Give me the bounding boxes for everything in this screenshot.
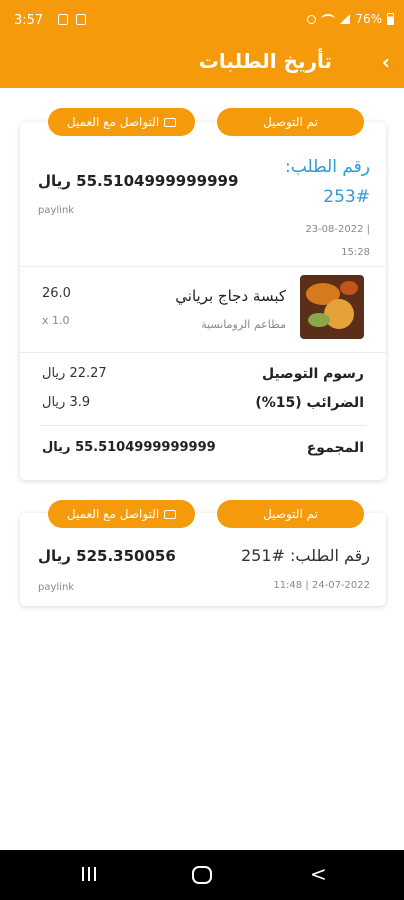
- food-image: [300, 275, 364, 339]
- item-price: 26.0: [42, 286, 71, 301]
- gallery-icon: [58, 14, 68, 25]
- contact-customer-button[interactable]: التواصل مع العميل: [48, 108, 195, 136]
- order-datetime: 11:48 | 24-07-2022: [273, 580, 370, 591]
- order-number: 253#: [323, 187, 370, 207]
- tax-amount: 3.9 ريال: [42, 395, 91, 410]
- order-number-label: رقم الطلب: #251: [241, 546, 370, 565]
- divider: [20, 352, 386, 353]
- home-icon[interactable]: [192, 866, 212, 884]
- notification-icon: [76, 14, 86, 25]
- signal-icon: [340, 14, 351, 24]
- status-right: 76%: [307, 12, 394, 26]
- recent-apps-icon[interactable]: [82, 867, 96, 881]
- payment-method: paylink: [38, 205, 75, 216]
- battery-icon: [387, 13, 394, 25]
- total-label: المجموع: [306, 440, 364, 456]
- total-amount: 55.5104999999999 ريال: [42, 440, 216, 455]
- system-back-icon[interactable]: <: [310, 862, 327, 886]
- contact-customer-label: التواصل مع العميل: [66, 115, 160, 129]
- contact-customer-button[interactable]: التواصل مع العميل: [48, 500, 195, 528]
- status-time: 3:57: [14, 13, 44, 28]
- item-name: كبسة دجاج برياني: [175, 287, 286, 305]
- order-time: 15:28: [341, 247, 370, 258]
- order-number-label: رقم الطلب:: [285, 157, 370, 177]
- restaurant-name: مطاعم الرومانسية: [201, 318, 286, 331]
- delivered-button[interactable]: تم التوصيل: [217, 500, 364, 528]
- delivered-label: تم التوصيل: [263, 507, 318, 521]
- item-quantity: x 1.0: [42, 314, 70, 327]
- delivery-fee: 22.27 ريال: [42, 366, 107, 381]
- order-amount: 525.350056 ريال: [38, 547, 176, 565]
- navigation-bar: <: [0, 850, 404, 900]
- back-icon[interactable]: ‹: [382, 50, 390, 74]
- alarm-icon: [307, 14, 317, 24]
- battery-percent: 76%: [355, 12, 382, 26]
- wifi-icon: [321, 14, 336, 24]
- order-date: 23-08-2022 |: [305, 224, 370, 235]
- payment-method: paylink: [38, 582, 75, 593]
- divider: [40, 425, 366, 426]
- divider: [20, 266, 386, 267]
- chat-icon: [164, 117, 177, 127]
- page-title: تأريخ الطلبات: [198, 49, 332, 73]
- delivery-fee-label: رسوم التوصيل: [261, 366, 364, 382]
- delivered-label: تم التوصيل: [263, 115, 318, 129]
- status-bar: 3:57 76%: [0, 0, 404, 40]
- order-amount: 55.5104999999999 ريال: [38, 172, 239, 190]
- tax-label: الضرائب (15%): [255, 395, 364, 411]
- contact-customer-label: التواصل مع العميل: [66, 507, 160, 521]
- delivered-button[interactable]: تم التوصيل: [217, 108, 364, 136]
- chat-icon: [164, 509, 177, 519]
